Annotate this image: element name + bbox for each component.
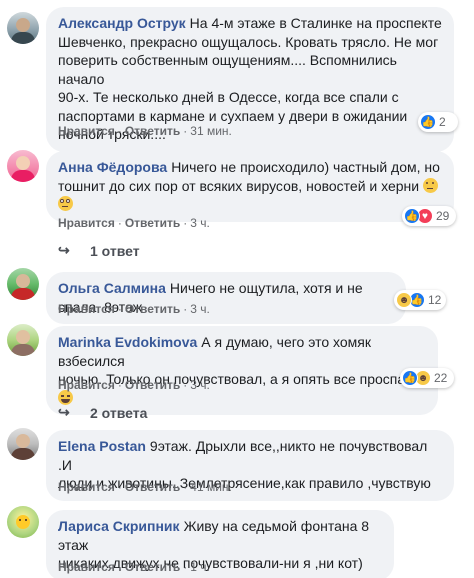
- comment-timestamp[interactable]: 3 ч.: [190, 302, 210, 316]
- reply-button[interactable]: Ответить: [125, 124, 180, 138]
- like-button[interactable]: Нравится: [58, 560, 115, 574]
- comment-timestamp[interactable]: 3 ч.: [190, 216, 210, 230]
- comment-author[interactable]: Лариса Скрипник: [58, 518, 180, 534]
- avatar[interactable]: [7, 506, 39, 538]
- comment-actions: Нравится · Ответить · 31 мин.: [58, 124, 232, 138]
- reaction-summary[interactable]: ☻ 👍 12: [394, 290, 446, 310]
- comment-bubble: Marinka Evdokimova А я думаю, чего это хо…: [46, 326, 438, 415]
- comment-author[interactable]: Ольга Салмина: [58, 280, 166, 296]
- view-replies-link[interactable]: ↪ 1 ответ: [58, 242, 140, 259]
- comment-author[interactable]: Александр Острук: [58, 15, 186, 31]
- reply-arrow-icon: ↪: [58, 242, 70, 258]
- reaction-count: 22: [434, 371, 448, 385]
- comment-bubble: Ольга Салмина Ничего не ощутила, хотя и н…: [46, 272, 406, 324]
- comment-author[interactable]: Marinka Evdokimova: [58, 334, 197, 350]
- comment-author[interactable]: Elena Postan: [58, 438, 146, 454]
- reaction-count: 12: [428, 293, 442, 307]
- comment-text: На 4-м этаже в Сталинке на проспекте: [189, 15, 442, 31]
- comment-author[interactable]: Анна Фёдорова: [58, 159, 167, 175]
- reply-button[interactable]: Ответить: [125, 378, 180, 392]
- avatar[interactable]: [7, 12, 39, 44]
- comment-text: тошнит до сих пор от всяких вирусов, нов…: [58, 177, 420, 194]
- like-icon: 👍: [402, 370, 418, 386]
- comment-text: поверить собственным ощущениям.... Вспом…: [58, 52, 397, 87]
- avatar[interactable]: [7, 428, 39, 460]
- reply-arrow-icon: ↪: [58, 404, 70, 420]
- like-button[interactable]: Нравится: [58, 378, 115, 392]
- reaction-summary[interactable]: 👍 2: [418, 112, 458, 132]
- avatar[interactable]: [7, 150, 39, 182]
- reply-button[interactable]: Ответить: [125, 480, 180, 494]
- comment-text: Шевченко, прекрасно ощущалось. Кровать т…: [58, 33, 439, 50]
- like-button[interactable]: Нравится: [58, 302, 115, 316]
- comment-timestamp[interactable]: 3 ч.: [190, 378, 210, 392]
- comment-bubble: Анна Фёдорова Ничего не происходило) част…: [46, 151, 454, 222]
- comment-actions: Нравится · Ответить · 1 ч.: [58, 560, 210, 574]
- like-button[interactable]: Нравится: [58, 216, 115, 230]
- comment-text: Ничего не происходило) частный дом, но: [171, 159, 440, 175]
- avatar[interactable]: [7, 268, 39, 300]
- reply-button[interactable]: Ответить: [125, 216, 180, 230]
- comment-timestamp[interactable]: 1 ч.: [190, 560, 210, 574]
- reaction-count: 2: [439, 115, 446, 129]
- thinking-emoji-icon: [423, 177, 438, 193]
- like-button[interactable]: Нравится: [58, 480, 115, 494]
- reply-button[interactable]: Ответить: [125, 302, 180, 316]
- reaction-count: 29: [436, 209, 450, 223]
- reaction-summary[interactable]: 👍 ☻ 22: [400, 368, 454, 388]
- comment-text: 90-х. Те несколько дней в Одессе, когда …: [58, 89, 399, 105]
- like-icon: 👍: [404, 208, 420, 224]
- reply-button[interactable]: Ответить: [125, 560, 180, 574]
- comment-timestamp[interactable]: 31 мин.: [190, 124, 232, 138]
- like-button[interactable]: Нравится: [58, 124, 115, 138]
- comment-actions: Нравится · Ответить · 3 ч.: [58, 216, 210, 230]
- comment-actions: Нравится · Ответить · 3 ч.: [58, 302, 210, 316]
- view-replies-link[interactable]: ↪ 2 ответа: [58, 404, 147, 421]
- rolling-eyes-emoji-icon: [58, 196, 73, 211]
- haha-icon: ☻: [396, 292, 412, 308]
- avatar[interactable]: [7, 324, 39, 356]
- replies-count: 2 ответа: [90, 404, 148, 421]
- comment-timestamp[interactable]: 41 мин.: [190, 480, 232, 494]
- replies-count: 1 ответ: [90, 242, 140, 259]
- comment-text: паспортами в кармане и сухпаем у двери в…: [58, 107, 408, 124]
- like-icon: 👍: [420, 114, 436, 130]
- comment-actions: Нравится · Ответить · 3 ч.: [58, 378, 210, 392]
- comment-actions: Нравится · Ответить · 41 мин.: [58, 480, 232, 494]
- reaction-summary[interactable]: 👍 ♥ 29: [402, 206, 456, 226]
